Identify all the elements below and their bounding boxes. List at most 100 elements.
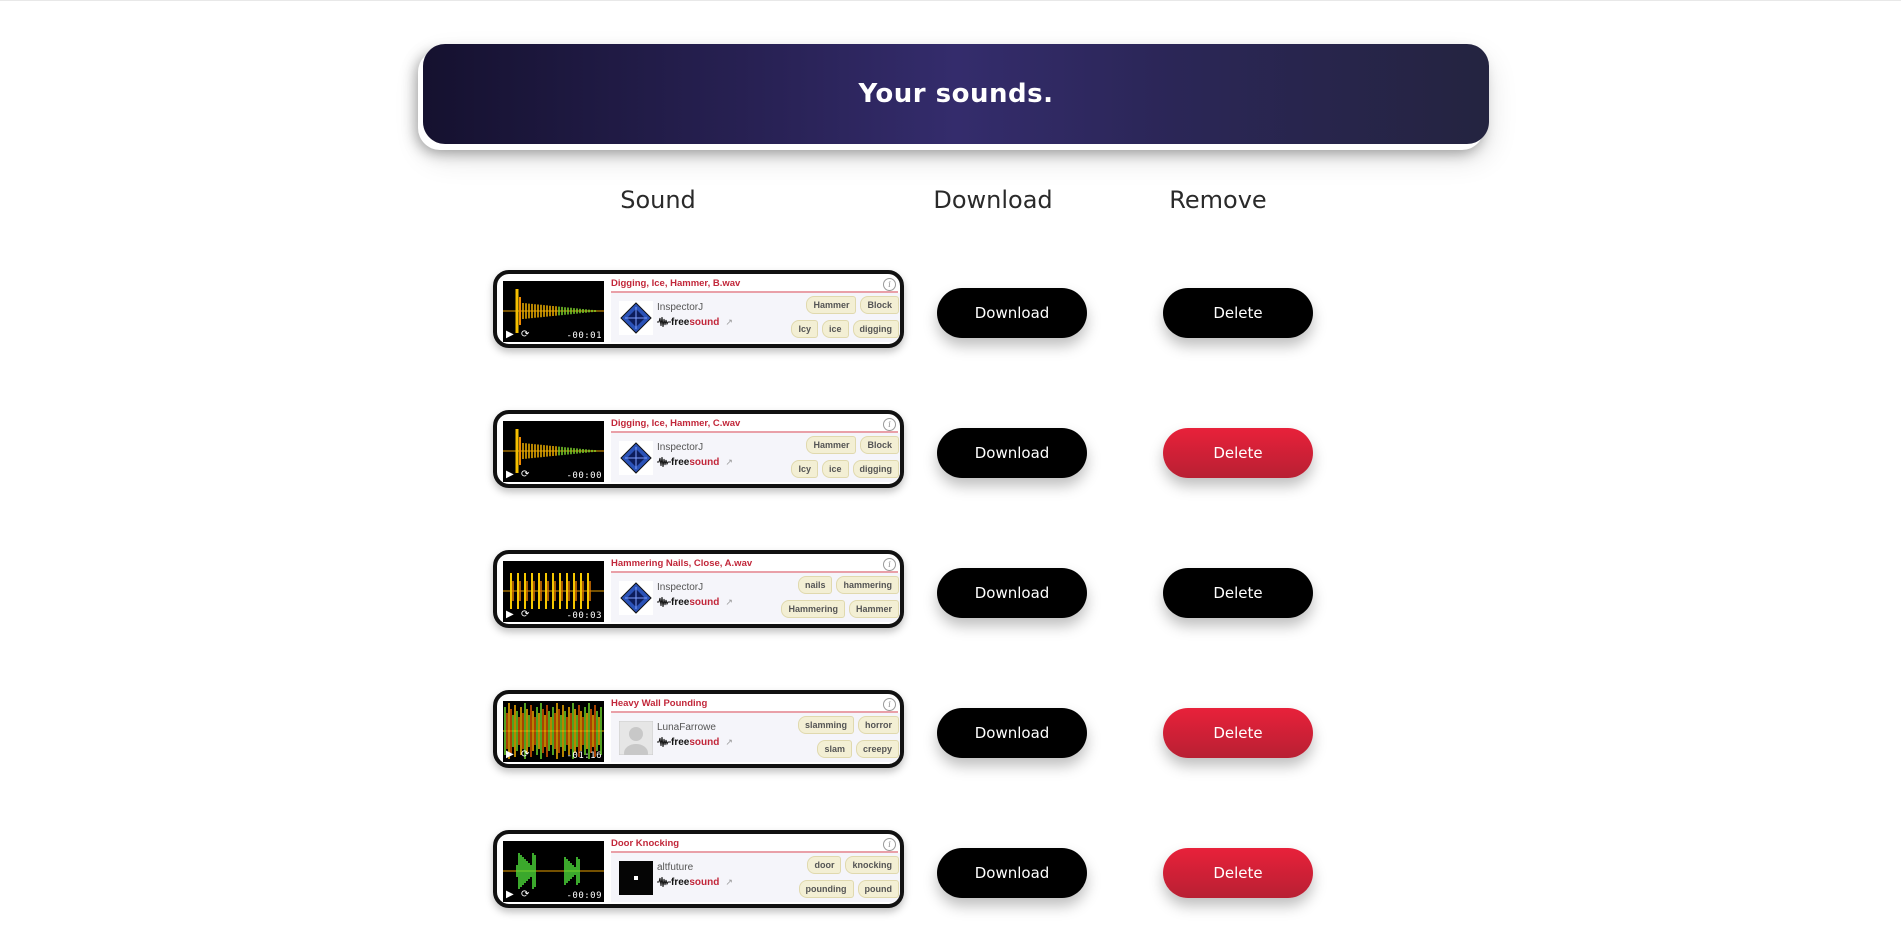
tag-list: door knocking pounding pound bbox=[779, 856, 899, 904]
time-remaining: -00:00 bbox=[566, 471, 602, 481]
brand-free: free bbox=[671, 736, 690, 748]
external-link-icon[interactable]: ↗ bbox=[725, 597, 733, 608]
freesound-wave-icon bbox=[657, 876, 671, 888]
tag[interactable]: digging bbox=[852, 320, 899, 338]
freesound-logo[interactable]: free sound ↗ bbox=[657, 735, 733, 749]
freesound-logo[interactable]: free sound ↗ bbox=[657, 315, 733, 329]
sound-row: ▶ ⟳ -00:09 Door Knocking i altfuture fre… bbox=[383, 830, 1518, 920]
download-button[interactable]: Download bbox=[937, 568, 1087, 618]
freesound-logo[interactable]: free sound ↗ bbox=[657, 875, 733, 889]
sound-row: ▶ ⟳ -00:00 Digging, Ice, Hammer, C.wav i… bbox=[383, 410, 1518, 500]
username-link[interactable]: InspectorJ bbox=[657, 302, 703, 313]
username-link[interactable]: altfuture bbox=[657, 862, 693, 873]
sound-embed-card: ▶ ⟳ -00:03 Hammering Nails, Close, A.wav… bbox=[493, 550, 904, 628]
tag[interactable]: slam bbox=[817, 740, 852, 758]
tag-row-top: slamming horror bbox=[779, 716, 899, 734]
brand-sound: sound bbox=[689, 456, 720, 468]
sound-row: ▶ ⟳ -00:01 Digging, Ice, Hammer, B.wav i… bbox=[383, 270, 1518, 360]
tag[interactable]: digging bbox=[852, 460, 899, 478]
time-remaining: -01:16 bbox=[566, 751, 602, 761]
external-link-icon[interactable]: ↗ bbox=[725, 457, 733, 468]
page-header: Your sounds. bbox=[423, 44, 1489, 144]
tag[interactable]: creepy bbox=[855, 740, 899, 758]
delete-button[interactable]: Delete bbox=[1163, 848, 1313, 898]
delete-button[interactable]: Delete bbox=[1163, 568, 1313, 618]
replay-icon[interactable]: ⟳ bbox=[521, 750, 529, 760]
freesound-wave-icon bbox=[657, 596, 671, 608]
play-icon[interactable]: ▶ bbox=[506, 330, 514, 340]
external-link-icon[interactable]: ↗ bbox=[725, 737, 733, 748]
info-icon[interactable]: i bbox=[883, 278, 896, 291]
sound-title-link[interactable]: Door Knocking bbox=[611, 838, 679, 849]
sound-title-link[interactable]: Digging, Ice, Hammer, C.wav bbox=[611, 418, 740, 429]
tag[interactable]: Hammering bbox=[781, 600, 845, 618]
waveform-player[interactable]: ▶ ⟳ -00:01 bbox=[503, 281, 604, 342]
tag[interactable]: horror bbox=[858, 716, 899, 734]
download-button[interactable]: Download bbox=[937, 428, 1087, 478]
sound-embed-card: ▶ ⟳ -01:16 Heavy Wall Pounding i LunaFar… bbox=[493, 690, 904, 768]
info-icon[interactable]: i bbox=[883, 698, 896, 711]
tag[interactable]: slamming bbox=[797, 716, 854, 734]
tag[interactable]: Block bbox=[860, 436, 899, 454]
external-link-icon[interactable]: ↗ bbox=[725, 877, 733, 888]
waveform-player[interactable]: ▶ ⟳ -00:03 bbox=[503, 561, 604, 622]
play-icon[interactable]: ▶ bbox=[506, 470, 514, 480]
tag[interactable]: hammering bbox=[836, 576, 899, 594]
play-icon[interactable]: ▶ bbox=[506, 890, 514, 900]
avatar[interactable] bbox=[619, 301, 653, 335]
avatar[interactable] bbox=[619, 861, 653, 895]
username-link[interactable]: InspectorJ bbox=[657, 582, 703, 593]
username-link[interactable]: LunaFarrowe bbox=[657, 722, 716, 733]
freesound-logo[interactable]: free sound ↗ bbox=[657, 595, 733, 609]
sound-embed-card: ▶ ⟳ -00:01 Digging, Ice, Hammer, B.wav i… bbox=[493, 270, 904, 348]
delete-button[interactable]: Delete bbox=[1163, 288, 1313, 338]
freesound-logo[interactable]: free sound ↗ bbox=[657, 455, 733, 469]
tag[interactable]: Block bbox=[860, 296, 899, 314]
tag[interactable]: Hammer bbox=[806, 296, 857, 314]
tag[interactable]: ice bbox=[821, 460, 849, 478]
play-icon[interactable]: ▶ bbox=[506, 610, 514, 620]
external-link-icon[interactable]: ↗ bbox=[725, 317, 733, 328]
sound-title-link[interactable]: Hammering Nails, Close, A.wav bbox=[611, 558, 752, 569]
tag[interactable]: pound bbox=[857, 880, 899, 898]
delete-button[interactable]: Delete bbox=[1163, 708, 1313, 758]
info-icon[interactable]: i bbox=[883, 418, 896, 431]
replay-icon[interactable]: ⟳ bbox=[521, 330, 529, 340]
tag-row-top: door knocking bbox=[779, 856, 899, 874]
waveform-player[interactable]: ▶ ⟳ -01:16 bbox=[503, 701, 604, 762]
sound-title-link[interactable]: Digging, Ice, Hammer, B.wav bbox=[611, 278, 740, 289]
waveform-player[interactable]: ▶ ⟳ -00:00 bbox=[503, 421, 604, 482]
username-link[interactable]: InspectorJ bbox=[657, 442, 703, 453]
tag-row-top: Hammer Block bbox=[779, 296, 899, 314]
avatar[interactable] bbox=[619, 441, 653, 475]
user-avatar bbox=[618, 720, 654, 762]
time-remaining: -00:09 bbox=[566, 891, 602, 901]
info-icon[interactable]: i bbox=[883, 838, 896, 851]
info-icon[interactable]: i bbox=[883, 558, 896, 571]
waveform-player[interactable]: ▶ ⟳ -00:09 bbox=[503, 841, 604, 902]
download-button[interactable]: Download bbox=[937, 288, 1087, 338]
tag[interactable]: door bbox=[807, 856, 842, 874]
replay-icon[interactable]: ⟳ bbox=[521, 610, 529, 620]
tag[interactable]: Icy bbox=[791, 320, 818, 338]
user-avatar bbox=[619, 301, 653, 335]
tag[interactable]: ice bbox=[821, 320, 849, 338]
avatar[interactable] bbox=[619, 581, 653, 615]
tag[interactable]: knocking bbox=[845, 856, 899, 874]
sound-title-link[interactable]: Heavy Wall Pounding bbox=[611, 698, 707, 709]
tag[interactable]: pounding bbox=[798, 880, 854, 898]
tag[interactable]: Hammer bbox=[848, 600, 899, 618]
page: Your sounds. Sound Download Remove ▶ ⟳ -… bbox=[383, 0, 1518, 946]
download-button[interactable]: Download bbox=[937, 848, 1087, 898]
tag[interactable]: Icy bbox=[791, 460, 818, 478]
replay-icon[interactable]: ⟳ bbox=[521, 890, 529, 900]
tag[interactable]: nails bbox=[797, 576, 833, 594]
download-button[interactable]: Download bbox=[937, 708, 1087, 758]
play-icon[interactable]: ▶ bbox=[506, 750, 514, 760]
tag[interactable]: Hammer bbox=[806, 436, 857, 454]
avatar[interactable] bbox=[618, 720, 654, 762]
delete-button[interactable]: Delete bbox=[1163, 428, 1313, 478]
tag-list: Hammer Block Icy ice digging bbox=[779, 296, 899, 344]
sound-meta: InspectorJ free sound ↗ Hammer Block Icy ic… bbox=[611, 293, 900, 344]
replay-icon[interactable]: ⟳ bbox=[521, 470, 529, 480]
